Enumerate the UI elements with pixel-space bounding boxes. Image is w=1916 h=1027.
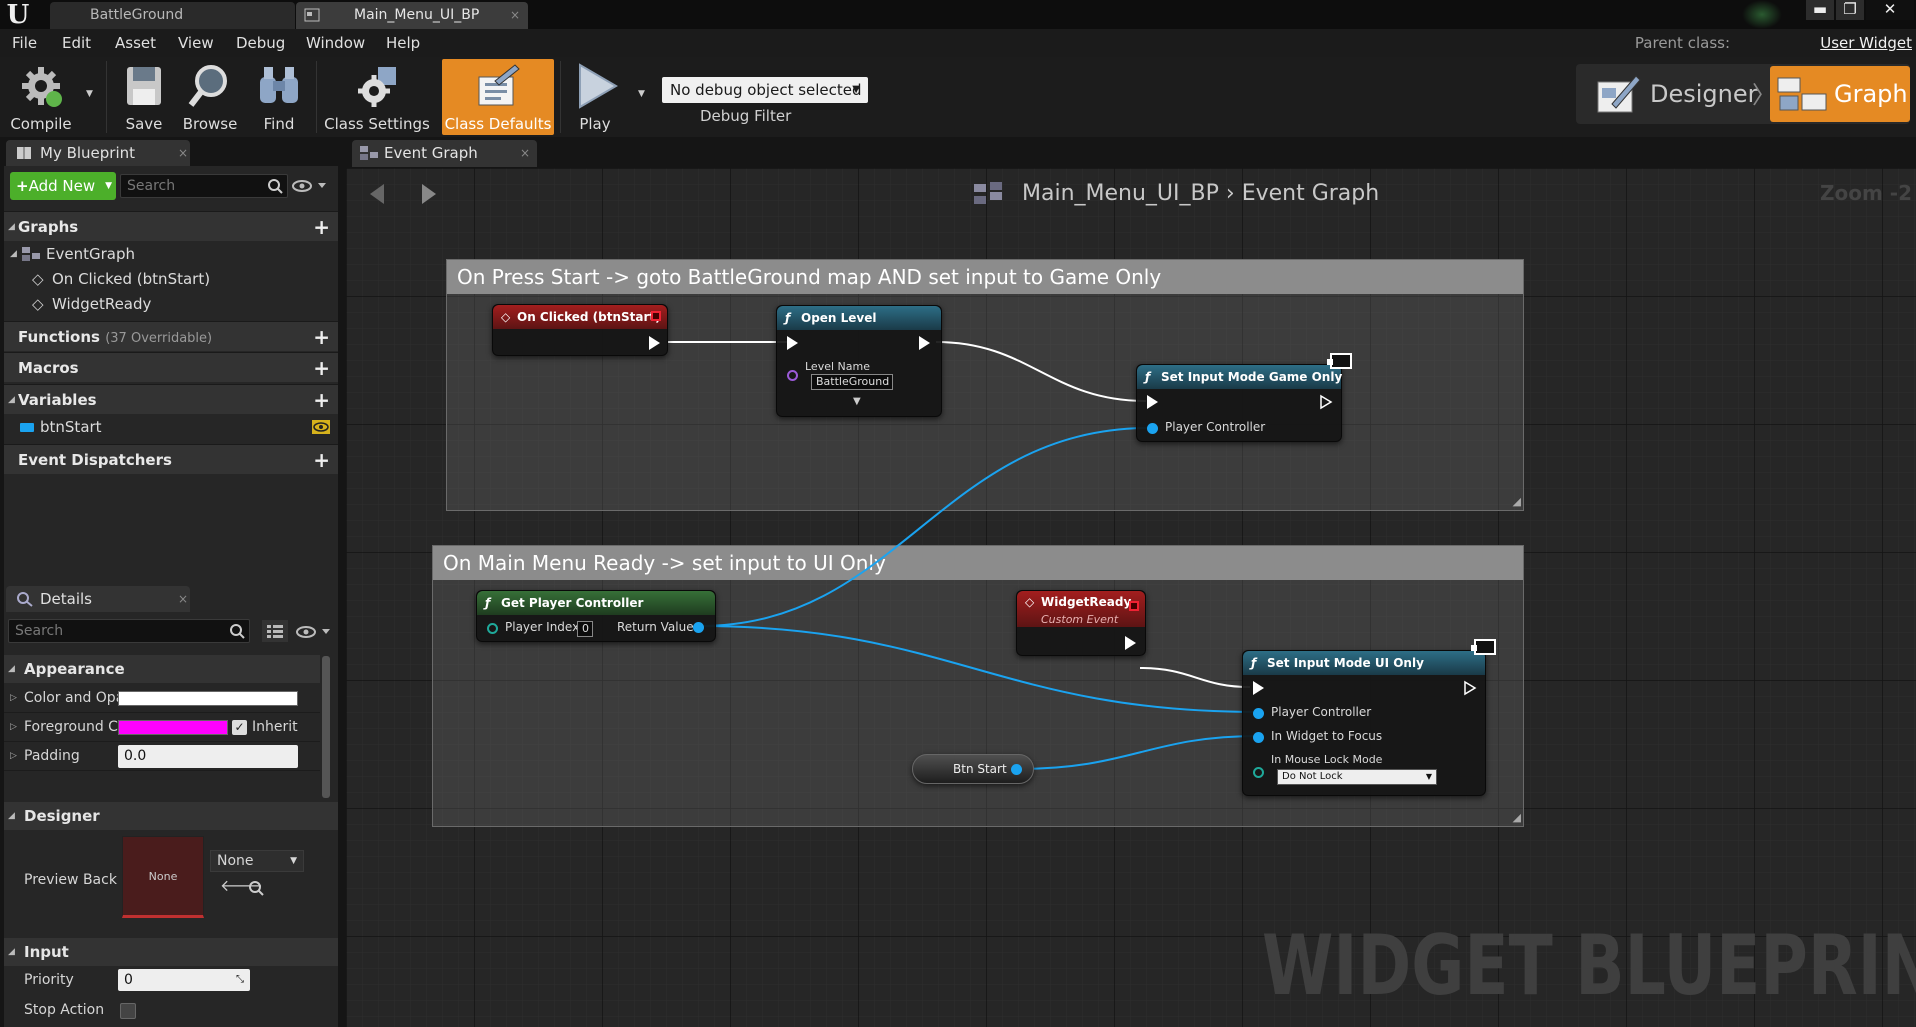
btn-start-out-pin[interactable] bbox=[1011, 764, 1022, 775]
monitor-icon bbox=[1327, 353, 1352, 369]
advanced-pins-chevron-icon[interactable]: ▼ bbox=[853, 396, 861, 407]
node-on-clicked[interactable]: ◇ On Clicked (btnStart) bbox=[492, 304, 668, 356]
exec-wire bbox=[1139, 667, 1251, 688]
exec-wire bbox=[935, 341, 1147, 402]
exec-in-pin[interactable] bbox=[1253, 681, 1264, 695]
node-set-input-game-only[interactable]: ƒ Set Input Mode Game Only Player Contro… bbox=[1136, 353, 1352, 442]
data-wire bbox=[699, 625, 1259, 713]
node-btn-start-getter[interactable]: Btn Start bbox=[912, 754, 1034, 784]
level-name-input[interactable]: BattleGround bbox=[811, 374, 893, 390]
node-set-input-ui-only[interactable]: ƒ Set Input Mode UI Only Player Controll… bbox=[1242, 639, 1496, 796]
return-value-pin[interactable] bbox=[693, 622, 704, 633]
node-get-player-controller[interactable]: ƒ Get Player Controller Player Index 0 R… bbox=[476, 590, 716, 642]
exec-in-pin[interactable] bbox=[787, 336, 798, 350]
node-widget-ready[interactable]: ◇ WidgetReady Custom Event bbox=[1016, 590, 1146, 656]
exec-in-pin[interactable] bbox=[1147, 395, 1158, 409]
exec-out-pin[interactable] bbox=[919, 336, 930, 350]
chevron-down-icon: ▼ bbox=[1425, 772, 1432, 781]
function-icon: ƒ bbox=[785, 311, 791, 325]
event-diamond-icon: ◇ bbox=[501, 310, 511, 324]
level-name-pin[interactable] bbox=[787, 370, 798, 381]
node-open-level[interactable]: ƒ Open Level Level Name BattleGround ▼ bbox=[776, 305, 942, 417]
event-delegate-pin[interactable] bbox=[1129, 601, 1139, 611]
widget-to-focus-pin[interactable] bbox=[1253, 732, 1264, 743]
graph-wires bbox=[668, 341, 1259, 770]
function-icon: ƒ bbox=[485, 596, 491, 610]
data-wire bbox=[1017, 735, 1259, 770]
exec-out-pin[interactable] bbox=[1125, 636, 1136, 650]
mouse-lock-mode-dropdown[interactable]: Do Not Lock ▼ bbox=[1277, 769, 1437, 785]
mouse-lock-mode-pin[interactable] bbox=[1253, 767, 1264, 778]
monitor-icon bbox=[1471, 639, 1496, 655]
player-index-pin[interactable] bbox=[487, 623, 498, 634]
event-diamond-icon: ◇ bbox=[1025, 595, 1035, 609]
player-index-input[interactable]: 0 bbox=[577, 621, 593, 637]
player-controller-pin[interactable] bbox=[1147, 423, 1158, 434]
exec-out-pin[interactable] bbox=[1319, 394, 1333, 410]
function-icon: ƒ bbox=[1251, 656, 1257, 670]
exec-out-pin[interactable] bbox=[1463, 680, 1477, 696]
event-delegate-pin[interactable] bbox=[651, 311, 661, 321]
player-controller-pin[interactable] bbox=[1253, 708, 1264, 719]
function-icon: ƒ bbox=[1145, 370, 1151, 384]
exec-out-pin[interactable] bbox=[649, 336, 660, 350]
